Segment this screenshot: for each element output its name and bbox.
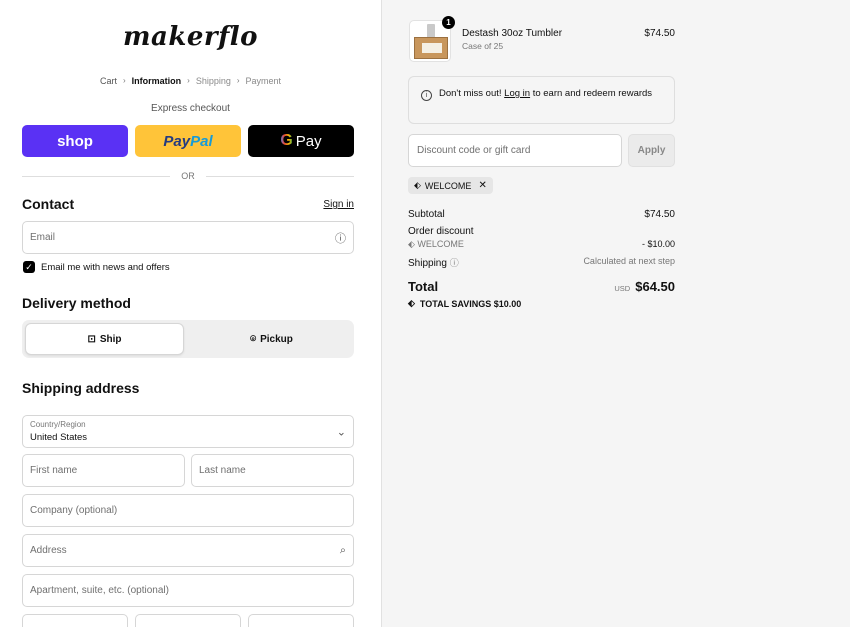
zip-field[interactable]	[248, 614, 354, 627]
country-label: Country/Region	[30, 420, 86, 429]
apartment-placeholder: Apartment, suite, etc. (optional)	[30, 585, 169, 596]
total-label: Total	[408, 279, 439, 294]
order-discount-code: WELCOME	[417, 239, 464, 249]
shop-pay-button[interactable]: shop	[22, 125, 128, 157]
or-divider: OR	[22, 171, 354, 181]
location-pin-icon: ⌾	[250, 333, 257, 345]
help-circle-icon[interactable]: ⓘ	[450, 258, 459, 268]
ship-option[interactable]: ⊡ Ship	[25, 323, 184, 355]
total-value: $64.50	[635, 279, 675, 294]
chevron-right-icon: ›	[236, 76, 240, 86]
total-savings-label: TOTAL SAVINGS	[419, 298, 492, 309]
first-name-placeholder: First name	[30, 465, 78, 476]
pickup-option[interactable]: ⌾ Pickup	[192, 323, 351, 355]
tag-icon: ⬖	[408, 298, 415, 308]
google-pay-label: Pay	[295, 132, 322, 150]
last-name-placeholder: Last name	[199, 465, 246, 476]
delivery-method-toggle: ⊡ Ship ⌾ Pickup	[22, 320, 354, 358]
product-variant: Case of 25	[462, 41, 504, 51]
breadcrumb-shipping: Shipping	[195, 75, 231, 86]
breadcrumb-information: Information	[131, 75, 182, 86]
shop-pay-label: shop	[57, 132, 93, 150]
chevron-right-icon: ›	[122, 76, 126, 86]
total-savings: ⬖ TOTAL SAVINGS $10.00	[408, 298, 521, 309]
last-name-field[interactable]: Last name	[191, 454, 354, 487]
paypal-button[interactable]: Pay Pal	[135, 125, 241, 157]
order-discount-label: Order discount	[408, 226, 474, 237]
shipping-address-heading: Shipping address	[22, 380, 140, 396]
quantity-badge: 1	[442, 16, 455, 29]
search-icon: ⌕	[339, 544, 346, 556]
total-row: Total USD $64.50	[408, 279, 675, 294]
order-discount-detail-row: ⬖ WELCOME - $10.00	[408, 239, 675, 250]
country-select[interactable]: Country/Region United States ⌄	[22, 415, 354, 448]
newsletter-checkbox[interactable]: ✓	[23, 261, 35, 273]
delivery-method-heading: Delivery method	[22, 295, 131, 311]
applied-discount-code: WELCOME	[424, 180, 472, 191]
subtotal-label: Subtotal	[408, 209, 445, 220]
express-checkout-label: Express checkout	[151, 103, 230, 114]
product-name: Destash 30oz Tumbler	[462, 28, 563, 39]
rewards-notice: i Don't miss out! Log in to earn and red…	[408, 76, 675, 124]
help-circle-icon[interactable]: ⓘ	[335, 230, 346, 246]
shipping-row: Shipping ⓘ Calculated at next step	[408, 256, 675, 269]
email-field[interactable]: Email ⓘ	[22, 221, 354, 254]
chevron-right-icon: ›	[187, 76, 190, 86]
or-text: OR	[181, 171, 195, 181]
state-field[interactable]	[135, 614, 241, 627]
tag-icon: ⬖	[414, 180, 421, 190]
breadcrumb-payment: Payment	[245, 75, 282, 86]
pickup-option-label: Pickup	[260, 333, 293, 345]
currency-code: USD	[614, 284, 631, 293]
shipping-label: Shipping	[408, 258, 447, 269]
ship-option-label: Ship	[99, 333, 122, 345]
order-discount-value: - $10.00	[641, 239, 675, 249]
company-placeholder: Company (optional)	[30, 505, 118, 516]
total-savings-value: $10.00	[493, 298, 522, 309]
paypal-label-pay: Pay	[163, 132, 191, 150]
company-field[interactable]: Company (optional)	[22, 494, 354, 527]
paypal-label-pal: Pal	[190, 132, 213, 150]
rewards-notice-text-end: to earn and redeem rewards	[530, 88, 653, 99]
breadcrumb-cart[interactable]: Cart	[100, 76, 117, 86]
contact-heading: Contact	[22, 196, 75, 212]
city-field[interactable]	[22, 614, 128, 627]
address-field[interactable]: Address ⌕	[22, 534, 354, 567]
address-placeholder: Address	[30, 545, 67, 556]
checkout-form-panel: makerflo Cart › Information › Shipping › Payme…	[0, 0, 381, 627]
rewards-notice-text: Don't miss out!	[439, 88, 505, 99]
newsletter-label: Email me with news and offers	[41, 261, 170, 273]
apply-button[interactable]: Apply	[628, 134, 675, 167]
google-pay-button[interactable]: G Pay	[248, 125, 354, 157]
log-in-link[interactable]: Log in	[504, 88, 530, 99]
store-logo[interactable]: makerflo	[0, 22, 381, 52]
country-value: United States	[30, 432, 88, 443]
first-name-field[interactable]: First name	[22, 454, 185, 487]
box-image	[414, 37, 448, 59]
package-icon: ⊡	[87, 333, 96, 345]
newsletter-checkbox-row[interactable]: ✓ Email me with news and offers	[23, 261, 170, 273]
discount-code-placeholder: Discount code or gift card	[417, 145, 531, 156]
apartment-field[interactable]: Apartment, suite, etc. (optional)	[22, 574, 354, 607]
product-price: $74.50	[644, 28, 675, 39]
subtotal-row: Subtotal $74.50	[408, 209, 675, 220]
tag-icon: ⬖	[408, 239, 418, 249]
google-icon: G	[280, 132, 293, 149]
subtotal-value: $74.50	[644, 209, 675, 220]
sign-in-link[interactable]: Sign in	[323, 199, 354, 210]
discount-code-input[interactable]: Discount code or gift card	[408, 134, 622, 167]
applied-discount-tag: ⬖ WELCOME ✕	[408, 177, 493, 194]
remove-discount-icon[interactable]: ✕	[478, 180, 486, 191]
order-discount-row: Order discount	[408, 226, 675, 237]
email-placeholder: Email	[30, 232, 56, 243]
chevron-down-icon: ⌄	[336, 426, 346, 438]
info-icon: i	[421, 90, 432, 101]
breadcrumb: Cart › Information › Shipping › Payment	[0, 75, 381, 86]
shipping-value: Calculated at next step	[583, 256, 675, 266]
